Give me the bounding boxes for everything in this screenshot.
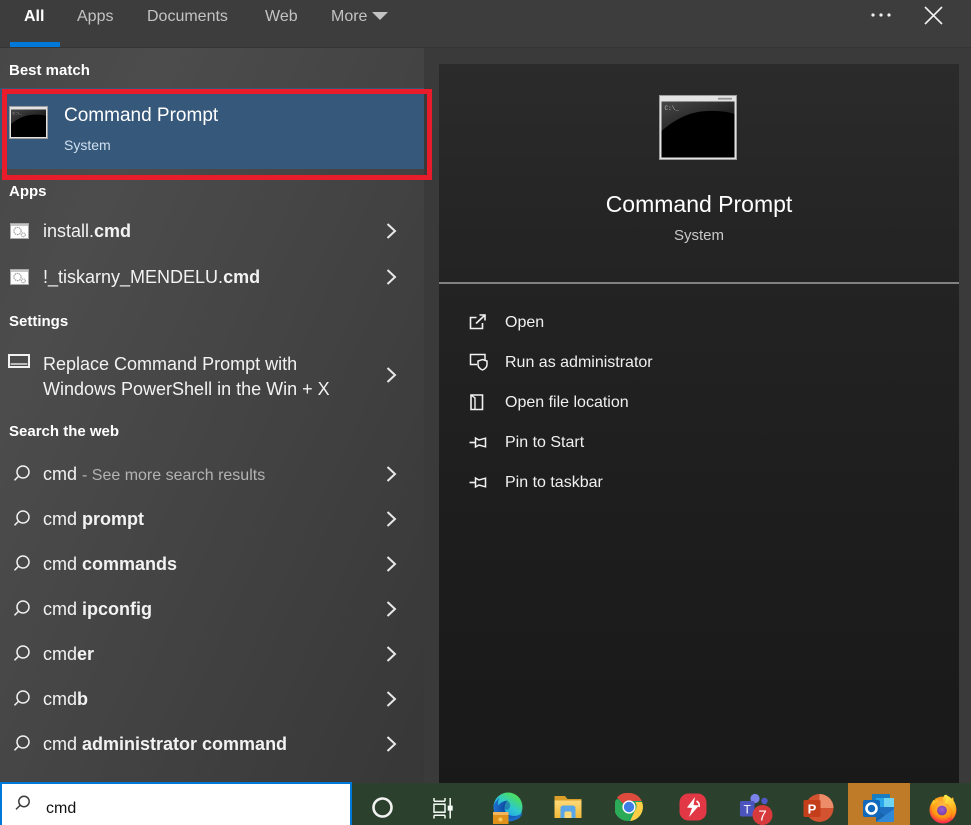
svg-text:P: P (808, 802, 817, 817)
svg-text:T: T (744, 803, 752, 817)
svg-text:C:\_: C:\_ (665, 105, 680, 112)
svg-text:7: 7 (758, 808, 766, 825)
